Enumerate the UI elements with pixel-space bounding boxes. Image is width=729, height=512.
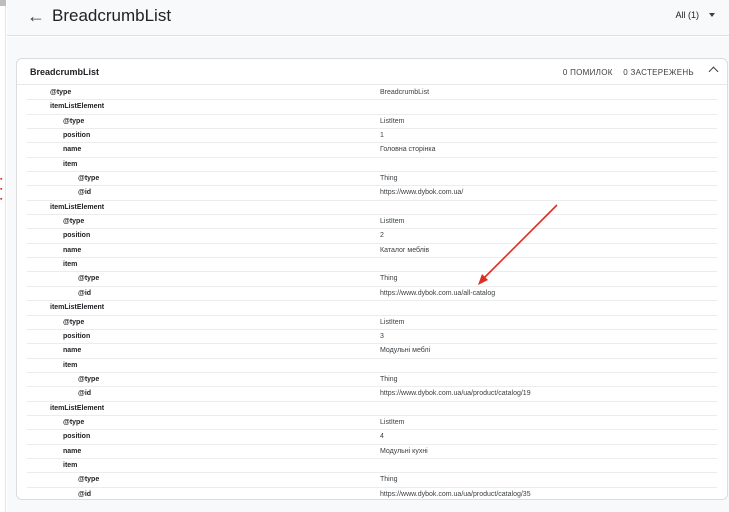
main-content: BreadcrumbList 0 ПОМИЛОК 0 ЗАСТЕРЕЖЕНЬ @… bbox=[7, 37, 729, 512]
property-key: position bbox=[63, 232, 91, 240]
property-value: 2 bbox=[380, 232, 384, 240]
structured-data-card: BreadcrumbList 0 ПОМИЛОК 0 ЗАСТЕРЕЖЕНЬ @… bbox=[16, 58, 728, 500]
table-row: @type Thing bbox=[27, 272, 717, 287]
table-row: @id https://www.dybok.com.ua/ua/product/c… bbox=[27, 488, 717, 499]
property-value: ListItem bbox=[380, 318, 405, 326]
property-key: name bbox=[63, 246, 82, 254]
property-key: @type bbox=[63, 117, 85, 125]
property-key: @type bbox=[63, 318, 85, 326]
property-value: Thing bbox=[380, 175, 398, 183]
property-value: https://www.dybok.com.ua/ua/product/cata… bbox=[380, 390, 531, 398]
property-key: @type bbox=[50, 89, 72, 96]
property-key: @type bbox=[78, 175, 100, 183]
table-row: @type ListItem bbox=[27, 215, 717, 230]
table-row: @id https://www.dybok.com.ua/ua/product/c… bbox=[27, 387, 717, 402]
collapse-chevron-icon[interactable] bbox=[708, 66, 719, 77]
property-value: https://www.dybok.com.ua/ bbox=[380, 189, 464, 197]
property-value: Модульні кухні bbox=[380, 447, 428, 455]
top-app-bar: ← BreadcrumbList All (1) bbox=[7, 0, 729, 36]
table-row: name Модульні кухні bbox=[27, 445, 717, 459]
table-row: @type Thing bbox=[27, 473, 717, 488]
table-row: @type Thing bbox=[27, 373, 717, 388]
property-value: ListItem bbox=[380, 218, 405, 226]
warnings-count: 0 ЗАСТЕРЕЖЕНЬ bbox=[623, 68, 694, 77]
property-key: position bbox=[63, 332, 91, 340]
table-row: position 2 bbox=[27, 229, 717, 244]
property-value: 1 bbox=[380, 132, 384, 140]
property-value: Головна сторінка bbox=[380, 146, 436, 154]
property-key: @id bbox=[78, 289, 92, 297]
card-stats: 0 ПОМИЛОК 0 ЗАСТЕРЕЖЕНЬ bbox=[563, 68, 694, 77]
property-key: @type bbox=[78, 375, 100, 383]
property-key: itemListElement bbox=[50, 404, 105, 412]
property-key: item bbox=[63, 361, 78, 369]
dropdown-caret-icon bbox=[709, 13, 715, 17]
property-key: @type bbox=[63, 218, 85, 226]
cropped-error-text-mark: ▪ bbox=[0, 196, 3, 203]
property-key: name bbox=[63, 146, 82, 154]
property-value: 4 bbox=[380, 433, 384, 441]
property-key: item bbox=[63, 461, 78, 469]
table-row: position 4 bbox=[27, 430, 717, 445]
table-row: name Каталог меблів bbox=[27, 244, 717, 259]
property-key: itemListElement bbox=[50, 203, 105, 211]
table-row: @type Thing bbox=[27, 172, 717, 187]
property-key: item bbox=[63, 160, 78, 168]
property-key: @type bbox=[63, 418, 85, 426]
table-row: @id https://www.dybok.com.ua/ bbox=[27, 186, 717, 201]
property-key: itemListElement bbox=[50, 103, 105, 111]
table-row: name Модульні меблі bbox=[27, 344, 717, 359]
table-row: @type ListItem bbox=[27, 416, 717, 431]
property-key: @id bbox=[78, 390, 92, 398]
table-row: itemListElement bbox=[27, 402, 717, 416]
property-value: Thing bbox=[380, 375, 398, 383]
property-value: ListItem bbox=[380, 418, 405, 426]
panel-corner bbox=[0, 0, 6, 6]
back-arrow-icon[interactable]: ← bbox=[27, 6, 45, 27]
card-title: BreadcrumbList bbox=[30, 67, 100, 77]
left-panel-edge bbox=[0, 0, 6, 512]
card-header[interactable]: BreadcrumbList 0 ПОМИЛОК 0 ЗАСТЕРЕЖЕНЬ bbox=[17, 59, 727, 85]
filter-label: All (1) bbox=[675, 10, 699, 20]
property-key: @type bbox=[78, 476, 100, 484]
property-value: https://www.dybok.com.ua/ua/product/cata… bbox=[380, 490, 531, 498]
property-value: Thing bbox=[380, 275, 398, 283]
property-key: @type bbox=[78, 275, 100, 283]
property-key: @id bbox=[78, 189, 92, 197]
table-row: item bbox=[27, 459, 717, 474]
cropped-error-text-mark: ▪ bbox=[0, 176, 3, 183]
property-value: 3 bbox=[380, 332, 384, 340]
property-key: itemListElement bbox=[50, 304, 105, 312]
property-key: @id bbox=[78, 490, 92, 498]
table-row: name Головна сторінка bbox=[27, 143, 717, 158]
property-value: Каталог меблів bbox=[380, 246, 430, 254]
property-value: Thing bbox=[380, 476, 398, 484]
cropped-error-text-mark: ▪ bbox=[0, 186, 3, 193]
table-row: item bbox=[27, 359, 717, 373]
errors-count: 0 ПОМИЛОК bbox=[562, 68, 613, 77]
property-key: position bbox=[63, 433, 91, 441]
table-row: @type BreadcrumbList bbox=[27, 86, 717, 101]
page-title: BreadcrumbList bbox=[52, 6, 172, 25]
property-value: BreadcrumbList bbox=[380, 89, 430, 96]
table-row: itemListElement bbox=[27, 100, 717, 115]
table-row: item bbox=[27, 258, 717, 273]
table-row: @type ListItem bbox=[27, 316, 717, 330]
property-key: position bbox=[63, 132, 91, 140]
property-key: name bbox=[63, 347, 82, 355]
property-value: ListItem bbox=[380, 117, 405, 125]
table-row: @type ListItem bbox=[27, 115, 717, 130]
table-row: itemListElement bbox=[27, 201, 717, 216]
table-row: @id https://www.dybok.com.ua/all-catalog bbox=[27, 287, 717, 302]
property-table: @type BreadcrumbList itemListElement @type L… bbox=[27, 86, 717, 499]
property-key: name bbox=[63, 447, 82, 455]
property-value: https://www.dybok.com.ua/all-catalog bbox=[380, 289, 496, 297]
table-row: itemListElement bbox=[27, 301, 717, 316]
table-row: position 3 bbox=[27, 330, 717, 345]
table-row: item bbox=[27, 158, 717, 173]
property-value: Модульні меблі bbox=[380, 347, 431, 355]
property-key: item bbox=[63, 261, 78, 269]
table-row: position 1 bbox=[27, 129, 717, 144]
item-filter-dropdown[interactable]: All (1) bbox=[675, 10, 715, 20]
